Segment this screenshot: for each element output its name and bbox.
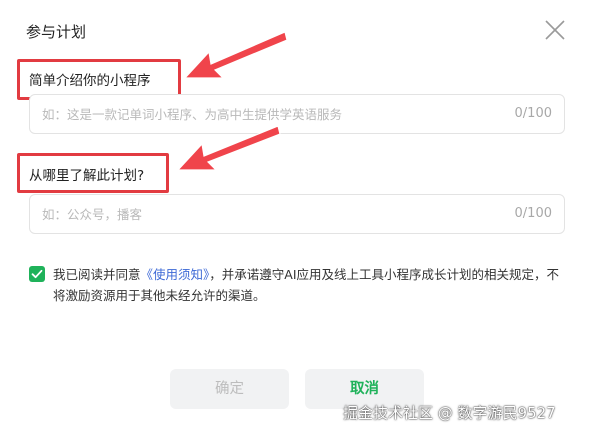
participation-dialog: 参与计划 简单介绍你的小程序 0/100 从哪里了解此计划? 0/100 我已阅… (0, 0, 591, 436)
char-counter: 0/100 (514, 206, 552, 221)
field-label-source: 从哪里了解此计划? (29, 168, 145, 184)
checkmark-icon (31, 269, 43, 279)
intro-input[interactable]: 0/100 (29, 94, 565, 134)
close-icon[interactable] (543, 18, 567, 42)
source-input[interactable]: 0/100 (29, 194, 565, 234)
agreement-text: 我已阅读并同意《使用须知》，并承诺遵守AI应用及线上工具小程序成长计划的相关规定… (53, 264, 565, 306)
agreement-checkbox[interactable] (29, 266, 45, 282)
source-text-field[interactable] (42, 195, 482, 233)
agreement-text-before: 我已阅读并同意 (53, 267, 141, 282)
terms-link[interactable]: 《使用须知》 (141, 267, 210, 282)
char-counter: 0/100 (514, 106, 552, 121)
confirm-button[interactable]: 确定 (170, 369, 289, 409)
dialog-title: 参与计划 (26, 23, 87, 41)
red-arrow-icon (176, 125, 281, 171)
field-label-intro: 简单介绍你的小程序 (29, 73, 151, 89)
watermark: 掘金技术社区 @ 数字游民9527 (343, 404, 556, 422)
red-arrow-icon (183, 31, 288, 79)
